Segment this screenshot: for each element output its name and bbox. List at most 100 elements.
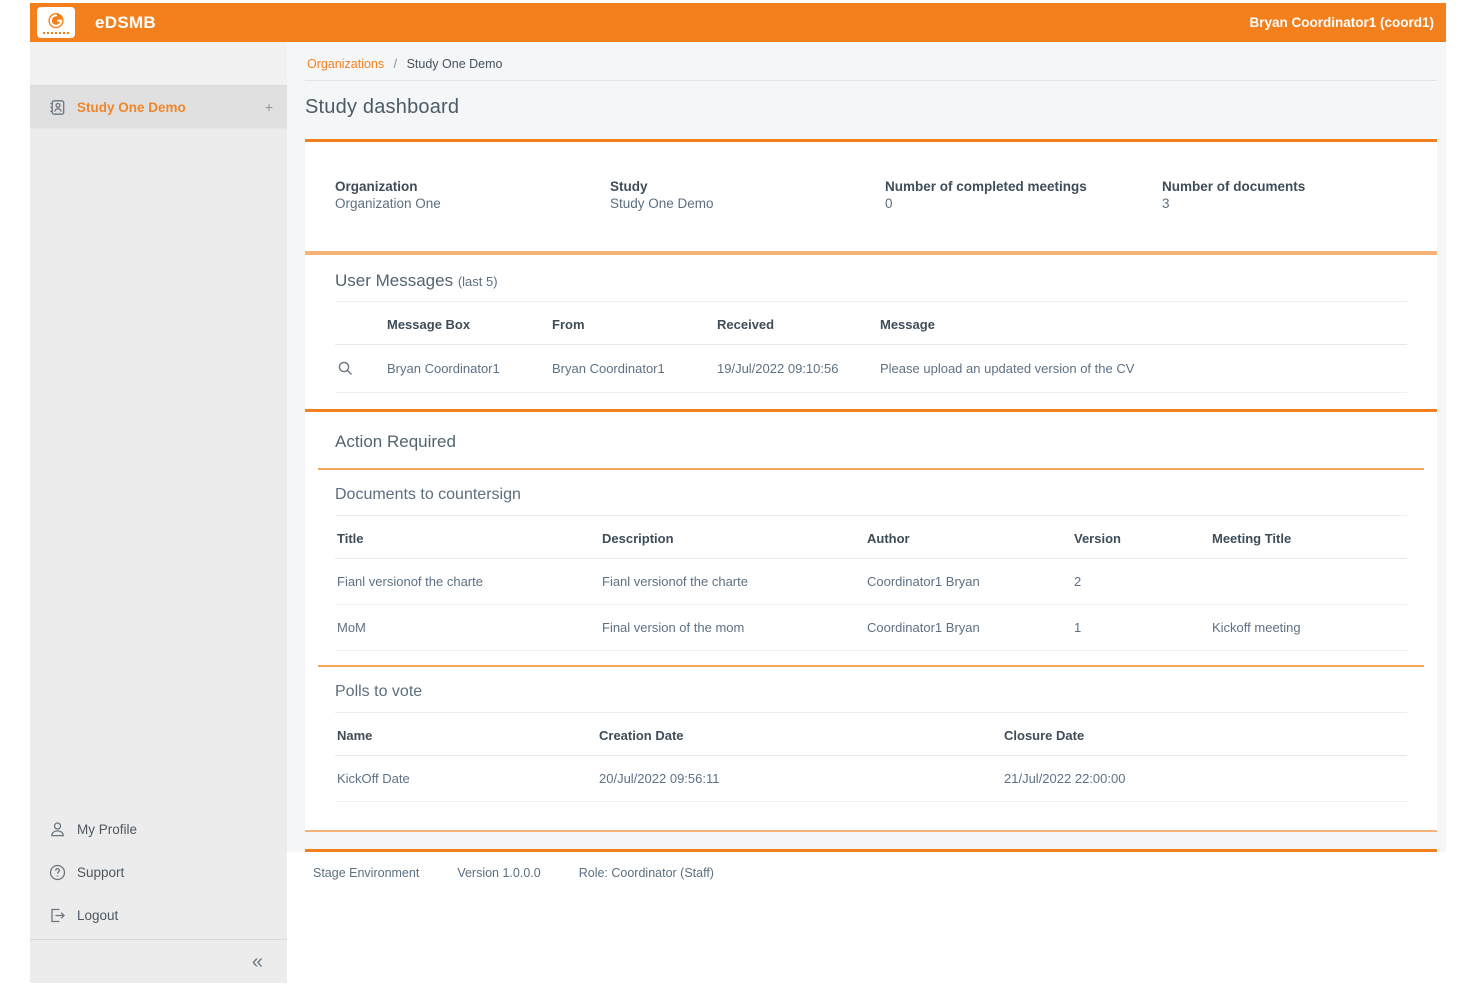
column-header: Message bbox=[878, 302, 1407, 345]
column-header: Author bbox=[865, 516, 1072, 559]
poll-row[interactable]: KickOff Date 20/Jul/2022 09:56:11 21/Jul… bbox=[335, 755, 1407, 802]
double-chevron-left-icon[interactable]: « bbox=[252, 952, 263, 972]
column-header: Name bbox=[335, 713, 597, 756]
doc-title-cell: Fianl versionof the charte bbox=[335, 558, 600, 605]
column-header: Title bbox=[335, 516, 600, 559]
polls-table: Name Creation Date Closure Date KickOff … bbox=[335, 713, 1407, 802]
action-required-title: Action Required bbox=[335, 432, 456, 451]
doc-author-cell: Coordinator1 Bryan bbox=[865, 558, 1072, 605]
message-row[interactable]: Bryan Coordinator1 Bryan Coordinator1 19… bbox=[335, 344, 1407, 393]
sidebar-bottom-nav: My Profile Support Logout bbox=[30, 808, 287, 939]
column-header: Version bbox=[1072, 516, 1210, 559]
table-header-row: Name Creation Date Closure Date bbox=[335, 713, 1407, 756]
column-header: Closure Date bbox=[1002, 713, 1407, 756]
message-view-cell bbox=[335, 344, 385, 393]
stat-label: Number of documents bbox=[1162, 179, 1306, 194]
column-header: Meeting Title bbox=[1210, 516, 1407, 559]
documents-table: Title Description Author Version Meeting… bbox=[335, 516, 1407, 651]
column-header: Creation Date bbox=[597, 713, 1002, 756]
stat-organization: Organization Organization One bbox=[335, 179, 610, 211]
stat-value: Study One Demo bbox=[610, 196, 714, 211]
content-footer-gap bbox=[287, 832, 1446, 849]
stat-completed-meetings: Number of completed meetings 0 bbox=[885, 179, 1162, 211]
doc-meeting-cell bbox=[1210, 558, 1407, 605]
doc-description-cell: Final version of the mom bbox=[600, 604, 865, 651]
top-bar: eDSMB Bryan Coordinator1 (coord1) bbox=[30, 3, 1446, 42]
document-row[interactable]: Fianl versionof the charte Fianl version… bbox=[335, 558, 1407, 605]
stat-value: 0 bbox=[885, 196, 893, 211]
user-messages-table: Message Box From Received Message Bryan … bbox=[335, 302, 1407, 393]
magnifier-icon[interactable] bbox=[337, 360, 354, 377]
breadcrumb-organizations-link[interactable]: Organizations bbox=[307, 57, 384, 71]
sidebar-link-label: Logout bbox=[77, 908, 119, 923]
user-messages-card: User Messages (last 5) Message Box From … bbox=[305, 253, 1437, 409]
message-from-cell: Bryan Coordinator1 bbox=[550, 344, 715, 393]
page-title: Study dashboard bbox=[305, 96, 460, 118]
user-messages-title: User Messages (last 5) bbox=[335, 271, 1407, 302]
polls-to-vote-section: Polls to vote Name Creation Date Closure… bbox=[305, 667, 1437, 830]
section-title-note: (last 5) bbox=[457, 274, 498, 289]
message-box-cell: Bryan Coordinator1 bbox=[385, 344, 550, 393]
poll-creation-cell: 20/Jul/2022 09:56:11 bbox=[597, 755, 1002, 802]
documents-section-title: Documents to countersign bbox=[335, 486, 1407, 516]
column-header: From bbox=[550, 302, 715, 345]
sidebar-item-my-profile[interactable]: My Profile bbox=[30, 808, 287, 851]
breadcrumb-current: Study One Demo bbox=[406, 57, 503, 71]
document-row[interactable]: MoM Final version of the mom Coordinator… bbox=[335, 604, 1407, 651]
logo-wordmark bbox=[43, 31, 69, 34]
polls-section-title: Polls to vote bbox=[335, 683, 1407, 713]
section-title-text: User Messages bbox=[335, 271, 454, 290]
footer-environment: Stage Environment bbox=[313, 866, 420, 880]
app-title: eDSMB bbox=[95, 12, 157, 32]
logout-icon bbox=[51, 908, 65, 923]
expand-icon[interactable]: + bbox=[265, 100, 273, 114]
stat-label: Number of completed meetings bbox=[885, 179, 1087, 194]
footer-version: Version 1.0.0.0 bbox=[457, 866, 541, 880]
doc-version-cell: 2 bbox=[1072, 558, 1210, 605]
app-window: eDSMB Bryan Coordinator1 (coord1) Study … bbox=[30, 3, 1446, 985]
column-header: Received bbox=[715, 302, 878, 345]
message-text-cell: Please upload an updated version of the … bbox=[878, 344, 1407, 393]
help-circle-icon bbox=[49, 864, 66, 881]
stat-value: Organization One bbox=[335, 196, 441, 211]
poll-name-cell: KickOff Date bbox=[335, 755, 597, 802]
doc-title-cell: MoM bbox=[335, 604, 600, 651]
stat-study: Study Study One Demo bbox=[610, 179, 885, 211]
poll-closure-cell: 21/Jul/2022 22:00:00 bbox=[1002, 755, 1407, 802]
breadcrumb: Organizations / Study One Demo bbox=[305, 42, 1437, 81]
message-received-cell: 19/Jul/2022 09:10:56 bbox=[715, 344, 878, 393]
study-summary-card: Organization Organization One Study Stud… bbox=[305, 139, 1437, 253]
doc-version-cell: 1 bbox=[1072, 604, 1210, 651]
sidebar-item-study[interactable]: Study One Demo + bbox=[30, 86, 287, 129]
sidebar-collapse-bar: « bbox=[30, 939, 287, 983]
doc-meeting-cell: Kickoff meeting bbox=[1210, 604, 1407, 651]
action-required-card: Action Required Documents to countersign… bbox=[305, 409, 1437, 832]
breadcrumb-separator: / bbox=[393, 57, 398, 71]
sidebar-item-support[interactable]: Support bbox=[30, 851, 287, 894]
main-content: Organizations / Study One Demo Study das… bbox=[287, 42, 1446, 983]
stat-value: 3 bbox=[1162, 196, 1170, 211]
column-header: Description bbox=[600, 516, 865, 559]
footer-role: Role: Coordinator (Staff) bbox=[578, 866, 714, 880]
sidebar-link-label: My Profile bbox=[77, 822, 138, 837]
contacts-book-icon bbox=[50, 99, 65, 115]
column-header: Message Box bbox=[385, 302, 550, 345]
stat-documents: Number of documents 3 bbox=[1162, 179, 1407, 211]
table-header-row: Message Box From Received Message bbox=[335, 302, 1407, 345]
stat-label: Organization bbox=[335, 179, 418, 194]
app-logo[interactable] bbox=[37, 7, 75, 38]
sidebar-item-logout[interactable]: Logout bbox=[30, 894, 287, 937]
app-logo-swirl-icon bbox=[48, 12, 64, 28]
user-menu[interactable]: Bryan Coordinator1 (coord1) bbox=[1249, 15, 1434, 30]
icon-column-header bbox=[335, 302, 385, 345]
stat-label: Study bbox=[610, 179, 648, 194]
documents-to-countersign-section: Documents to countersign Title Descripti… bbox=[305, 470, 1437, 665]
person-icon bbox=[51, 822, 64, 837]
sidebar: Study One Demo + My Profile Support Logo… bbox=[30, 42, 287, 983]
sidebar-link-label: Support bbox=[77, 865, 125, 880]
table-header-row: Title Description Author Version Meeting… bbox=[335, 516, 1407, 559]
doc-author-cell: Coordinator1 Bryan bbox=[865, 604, 1072, 651]
sidebar-top-strip bbox=[30, 42, 287, 86]
sidebar-item-label: Study One Demo bbox=[77, 99, 186, 115]
